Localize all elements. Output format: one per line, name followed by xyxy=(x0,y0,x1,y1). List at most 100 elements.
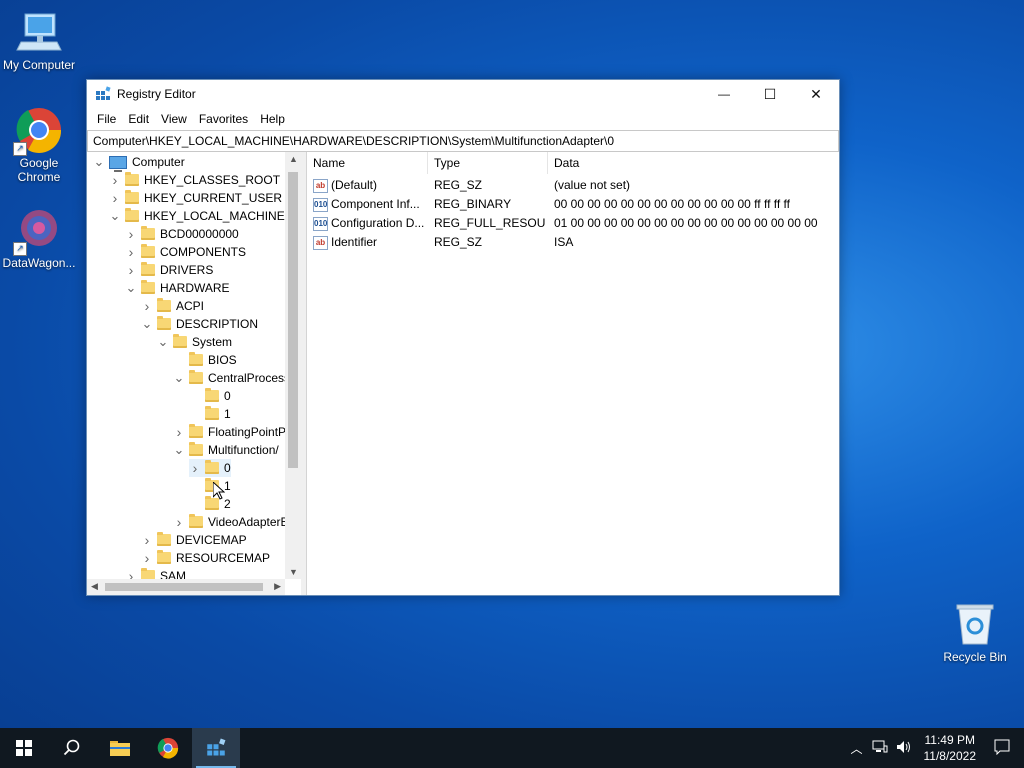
folder-icon xyxy=(189,442,203,456)
tree-node[interactable]: ⌄ System xyxy=(157,333,232,351)
chevron-down-icon[interactable]: ⌄ xyxy=(141,315,153,333)
tree-node[interactable]: › 0 xyxy=(189,459,231,477)
close-button[interactable]: ✕ xyxy=(793,80,839,108)
desktop-icon-datawagon[interactable]: ↗ DataWagon... xyxy=(1,206,77,270)
scroll-down-icon[interactable]: ▼ xyxy=(289,567,298,577)
tree-node-label: System xyxy=(192,335,233,349)
column-header-name[interactable]: Name xyxy=(307,152,428,174)
tree-node[interactable]: › RESOURCEMAP xyxy=(141,549,270,567)
tree-node-label: VideoAdapterB xyxy=(208,515,289,529)
minimize-button[interactable]: — xyxy=(701,80,747,108)
tree-node-label: DEVICEMAP xyxy=(176,533,247,547)
menu-file[interactable]: File xyxy=(91,112,122,126)
value-row[interactable]: 010 Component Inf... REG_BINARY 00 00 00 00… xyxy=(307,195,827,214)
chevron-right-icon[interactable]: › xyxy=(173,423,185,441)
tree-node[interactable]: ⌄ Computer xyxy=(93,153,185,172)
search-button[interactable] xyxy=(48,728,96,768)
desktop-icon-recycle-bin[interactable]: Recycle Bin xyxy=(940,602,1010,664)
windows-logo-icon xyxy=(16,740,32,756)
chevron-right-icon[interactable]: › xyxy=(189,459,201,477)
chevron-right-icon[interactable]: › xyxy=(125,261,137,279)
value-row[interactable]: ab (Default) REG_SZ (value not set) xyxy=(307,176,827,195)
maximize-button[interactable]: ☐ xyxy=(747,80,793,108)
tree-node[interactable]: ⌄ HKEY_LOCAL_MACHINE xyxy=(109,207,285,225)
menu-edit[interactable]: Edit xyxy=(122,112,155,126)
system-tray: ︿ 11:49 PM 11/8/2022 xyxy=(845,728,1024,768)
scroll-right-icon[interactable]: ▶ xyxy=(274,581,281,592)
address-bar[interactable]: Computer\HKEY_LOCAL_MACHINE\HARDWARE\DES… xyxy=(87,130,839,152)
scroll-up-icon[interactable]: ▲ xyxy=(289,154,298,164)
folder-icon xyxy=(157,298,171,312)
menu-favorites[interactable]: Favorites xyxy=(193,112,254,126)
tree-node[interactable]: › DRIVERS xyxy=(125,261,213,279)
desktop-icon-my-computer[interactable]: My Computer xyxy=(1,8,77,72)
column-header-type[interactable]: Type xyxy=(428,152,548,174)
title-bar[interactable]: Registry Editor — ☐ ✕ xyxy=(87,80,839,108)
column-header-data[interactable]: Data xyxy=(548,152,848,174)
value-row[interactable]: ab Identifier REG_SZ ISA xyxy=(307,233,827,252)
tree-node[interactable]: ⌄ Multifunction/ xyxy=(173,441,279,459)
chevron-right-icon[interactable]: › xyxy=(141,297,153,315)
tree-node[interactable]: › DEVICEMAP xyxy=(141,531,247,549)
tree-node[interactable]: 0 xyxy=(189,387,231,405)
value-data: ISA xyxy=(554,235,574,249)
desktop-icon-google-chrome[interactable]: ↗ Google Chrome xyxy=(1,106,77,184)
chevron-right-icon[interactable]: › xyxy=(125,243,137,261)
chevron-down-icon[interactable]: ⌄ xyxy=(157,333,169,351)
tree-horizontal-scroll-thumb[interactable] xyxy=(105,583,263,591)
chevron-down-icon[interactable]: ⌄ xyxy=(109,207,121,225)
tree-node[interactable]: BIOS xyxy=(173,351,237,369)
close-icon: ✕ xyxy=(810,85,822,102)
tree-vertical-scroll-thumb[interactable] xyxy=(288,172,298,468)
start-button[interactable] xyxy=(0,728,48,768)
chevron-right-icon[interactable]: › xyxy=(141,549,153,567)
chrome-icon xyxy=(157,737,179,759)
tree-node[interactable]: ⌄ CentralProcess xyxy=(173,369,290,387)
tree-node[interactable]: › HKEY_CLASSES_ROOT xyxy=(109,171,280,189)
scroll-left-icon[interactable]: ◀ xyxy=(91,581,98,592)
notifications-button[interactable] xyxy=(984,739,1024,758)
tree-node[interactable]: 1 xyxy=(189,405,231,423)
tree-node[interactable]: › COMPONENTS xyxy=(125,243,246,261)
registry-editor-icon xyxy=(207,738,226,756)
tree-node[interactable]: › HKEY_CURRENT_USER xyxy=(109,189,282,207)
chevron-right-icon[interactable]: › xyxy=(141,531,153,549)
registry-editor-window: Registry Editor — ☐ ✕ File Edit View Fav… xyxy=(86,79,840,596)
chevron-down-icon[interactable]: ⌄ xyxy=(93,153,105,171)
chevron-down-icon[interactable]: ⌄ xyxy=(125,279,137,297)
tree-node[interactable]: › ACPI xyxy=(141,297,204,315)
tree-node[interactable]: › BCD00000000 xyxy=(125,225,239,243)
network-icon[interactable] xyxy=(868,740,892,757)
menu-help[interactable]: Help xyxy=(254,112,291,126)
taskbar-registry-editor[interactable] xyxy=(192,728,240,768)
tree-node-label: Multifunction/ xyxy=(208,443,279,457)
taskbar-file-explorer[interactable] xyxy=(96,728,144,768)
tree-connector xyxy=(189,495,201,513)
chevron-right-icon[interactable]: › xyxy=(109,171,121,189)
taskbar-chrome[interactable] xyxy=(144,728,192,768)
tree-node-label: CentralProcess xyxy=(208,371,291,385)
tree-vertical-scrollbar[interactable]: ▲ ▼ xyxy=(285,152,301,579)
tree-horizontal-scrollbar[interactable]: ◀ ▶ xyxy=(87,579,285,595)
show-hidden-icons-icon[interactable]: ︿ xyxy=(845,740,867,757)
taskbar-clock[interactable]: 11:49 PM 11/8/2022 xyxy=(916,732,985,764)
value-row[interactable]: 010 Configuration D... REG_FULL_RESOU... 01… xyxy=(307,214,827,233)
values-list-pane: Name Type Data ab (Default) REG_SZ (value n… xyxy=(306,152,839,595)
volume-icon[interactable] xyxy=(892,740,916,757)
chevron-down-icon[interactable]: ⌄ xyxy=(173,441,185,459)
chevron-right-icon[interactable]: › xyxy=(125,225,137,243)
tree-node[interactable]: ⌄ HARDWARE xyxy=(125,279,230,297)
chevron-right-icon[interactable]: › xyxy=(173,513,185,531)
tree-node[interactable]: › FloatingPointP xyxy=(173,423,286,441)
tree-node-label: 0 xyxy=(224,461,231,475)
tree-node[interactable]: › VideoAdapterB xyxy=(173,513,289,531)
tree-node-label: BCD00000000 xyxy=(160,227,239,241)
menu-view[interactable]: View xyxy=(155,112,193,126)
chevron-right-icon[interactable]: › xyxy=(109,189,121,207)
value-name: (Default) xyxy=(331,178,378,192)
tree-node[interactable]: ⌄ DESCRIPTION xyxy=(141,315,258,333)
clock-time: 11:49 PM xyxy=(924,733,975,747)
chevron-down-icon[interactable]: ⌄ xyxy=(173,369,185,387)
value-data: 01 00 00 00 00 00 00 00 00 00 00 00 00 0… xyxy=(554,216,818,230)
mouse-pointer-icon xyxy=(213,482,225,500)
